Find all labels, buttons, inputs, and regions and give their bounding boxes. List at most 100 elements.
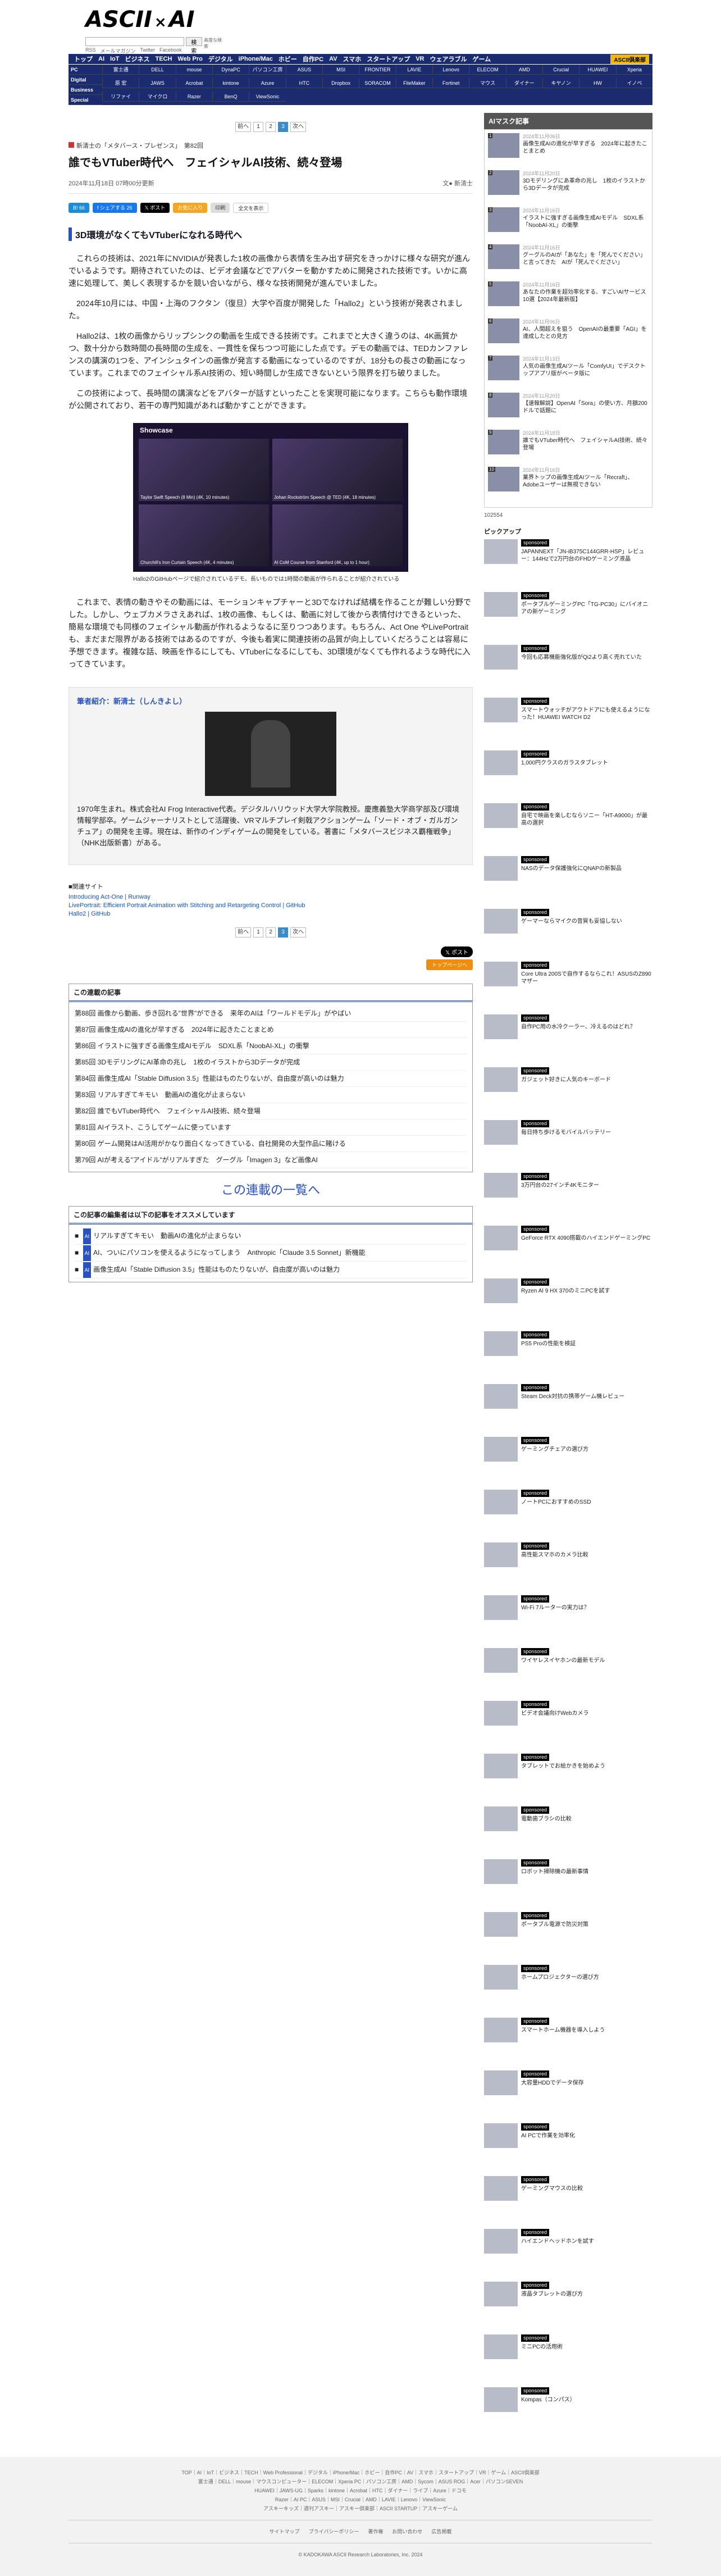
pager-prev[interactable]: 前へ [235, 927, 251, 937]
pager-page-1[interactable]: 1 [253, 927, 263, 937]
subnav-item[interactable]: DELL [139, 65, 176, 75]
sidebar-article[interactable]: 3 2024年11月16日 イラストに強すぎる画像生成AIモデル SDXL系「Noo… [488, 207, 649, 239]
footer-link[interactable]: 著作権 [368, 2529, 383, 2534]
pickup-item[interactable]: sponsored Ryzen AI 9 HX 370のミニPCを試す [484, 1278, 652, 1327]
series-article-link[interactable]: 第86回 イラストに強すぎる画像生成AIモデル SDXL系「NoobAI-XL」… [75, 1038, 467, 1054]
subnav-item[interactable]: LAVIE [395, 65, 432, 75]
x-post-button[interactable]: 𝕏 ポスト [140, 203, 170, 213]
pickup-item[interactable]: sponsored ポータブル電源で防災対策 [484, 1912, 652, 1960]
hatena-button[interactable]: B! 66 [69, 203, 90, 213]
subnav-item[interactable]: FileMaker [395, 78, 432, 88]
footer-nav-line[interactable]: Razer｜AI PC｜ASUS｜MSI｜Crucial｜AMD｜LAVIE｜L… [0, 2495, 721, 2504]
pickup-item[interactable]: sponsored 3万円台の27インチ4Kモニター [484, 1173, 652, 1221]
subnav-item[interactable]: Razer [175, 92, 212, 102]
pickup-item[interactable]: sponsored PS5 Proの性能を検証 [484, 1331, 652, 1380]
gnav-item[interactable]: IoT [108, 56, 122, 62]
pickup-item[interactable]: sponsored Kompas（コンパス） [484, 2387, 652, 2436]
gnav-item[interactable]: スタートアップ [364, 54, 412, 63]
pickup-item[interactable]: sponsored 毎日持ち歩けるモバイルバッテリー [484, 1120, 652, 1168]
sidebar-article[interactable]: 5 2024年11月16日 あなたの作業を超効率化する、すごいAIサービス10選【2… [488, 281, 649, 313]
subnav-item[interactable]: HTC [285, 78, 322, 88]
series-label[interactable]: 新清士の「メタバース・プレゼンス」 第82回 [69, 141, 473, 150]
pager-page-1[interactable]: 1 [253, 122, 263, 132]
sidebar-article[interactable]: 2 2024年11月20日 3Dモデリングにあ革命の兆し 1枚のイラストから3Dデー… [488, 170, 649, 202]
gnav-item[interactable]: トップ [72, 54, 95, 63]
hallo2-showcase-image[interactable]: Showcase Taylor Swift Speech (8 Min) (4K… [133, 423, 408, 572]
pickup-item[interactable]: sponsored ロボット掃除機の最新事情 [484, 1859, 652, 1908]
gnav-ascii-club[interactable]: ASCII倶楽部 [610, 54, 649, 64]
footer-link[interactable]: サイトマップ [270, 2529, 300, 2534]
subnav-item[interactable]: BenQ [212, 92, 249, 102]
pickup-item[interactable]: sponsored ポータブルゲーミングPC「TG-PC30」にバイオニアの新ゲー… [484, 592, 652, 640]
x-post-button[interactable]: 𝕏 ポスト [441, 946, 473, 957]
gnav-item[interactable]: デジタル [206, 54, 235, 63]
subnav-item[interactable]: Crucial [542, 65, 579, 75]
subnav-item[interactable]: ダイナー [505, 78, 542, 88]
subnav-item[interactable]: ASUS [285, 65, 322, 75]
fulltext-button[interactable]: 全文を表示 [233, 203, 269, 213]
recommend-link[interactable]: ■ AI リアルすぎてキモい 動画AIの進化が止まらない [75, 1228, 467, 1245]
subnav-item[interactable]: Acrobat [175, 78, 212, 88]
gnav-item[interactable]: 自作PC [300, 54, 326, 63]
pickup-item[interactable]: sponsored GeForce RTX 4090搭載のハイエンドゲーミングPC [484, 1226, 652, 1274]
subnav-item[interactable]: Azure [249, 78, 286, 88]
subnav-item[interactable]: kintone [212, 78, 249, 88]
twitter-link[interactable]: Twitter [140, 47, 156, 54]
subnav-item[interactable]: mouse [175, 65, 212, 75]
subnav-item[interactable]: Xperia [615, 65, 652, 75]
sidebar-article[interactable]: 8 2024年11月20日 【速報解説】OpenAI「Sora」の使い方、月額200… [488, 393, 649, 424]
pickup-item[interactable]: sponsored 電動歯ブラシの比較 [484, 1806, 652, 1855]
footer-link[interactable]: お問い合わせ [392, 2529, 422, 2534]
subnav-item[interactable]: マイクロ [139, 92, 176, 102]
pickup-item[interactable]: sponsored ノートPCにおすすめのSSD [484, 1490, 652, 1538]
gnav-item[interactable]: ビジネス [123, 54, 152, 63]
gnav-item[interactable]: TECH [153, 56, 175, 62]
pager-next[interactable]: 次へ [290, 927, 306, 937]
site-logo[interactable]: ASCII × AI [85, 7, 215, 36]
series-article-link[interactable]: 第84回 画像生成AI「Stable Diffusion 3.5」性能はものたり… [75, 1071, 467, 1087]
pickup-item[interactable]: sponsored ビデオ会議向けWebカメラ [484, 1701, 652, 1749]
series-article-link[interactable]: 第85回 3DモデリングにAI革命の兆し 1枚のイラストから3Dデータが完成 [75, 1054, 467, 1071]
subnav-item[interactable]: キヤノン [542, 78, 579, 88]
subnav-item[interactable]: SORACOM [359, 78, 396, 88]
pager-page-2[interactable]: 2 [266, 927, 276, 937]
pickup-item[interactable]: sponsored 液晶タブレットの選び方 [484, 2282, 652, 2330]
subnav-item[interactable]: Lenovo [432, 65, 469, 75]
subnav-item[interactable]: JAWS [139, 78, 176, 88]
footer-nav-line[interactable]: HUAWEI｜JAWS-UG｜Sparks｜kintone｜Acrobat｜HT… [0, 2486, 721, 2495]
pickup-item[interactable]: sponsored スマートホーム機器を導入しよう [484, 2018, 652, 2066]
series-article-link[interactable]: 第81回 AIイラスト、こうしてゲームに使っています [75, 1119, 467, 1136]
facebook-share-button[interactable]: f シェアする 26 [93, 203, 137, 213]
subnav-item[interactable]: 富士通 [102, 65, 139, 75]
search-button[interactable]: 検索 [185, 37, 203, 54]
top-page-button[interactable]: トップページへ [426, 959, 473, 970]
gnav-item[interactable]: ゲーム [470, 54, 493, 63]
subnav-item[interactable]: パソコン工房 [249, 65, 286, 75]
pickup-item[interactable]: sponsored ゲーマーならマイクの音質も妥協しない [484, 909, 652, 957]
pager-next[interactable]: 次へ [290, 122, 306, 132]
related-link[interactable]: Hallo2 | GitHub [69, 910, 473, 918]
subnav-item[interactable]: イノベ [615, 78, 652, 88]
print-button[interactable]: 印刷 [211, 203, 230, 213]
pickup-item[interactable]: sponsored ワイヤレスイヤホンの最新モデル [484, 1648, 652, 1696]
series-article-link[interactable]: 第88回 画像から動画、歩き回れる"世界"ができる 来年のAIは「ワールドモデル… [75, 1005, 467, 1022]
pickup-item[interactable]: sponsored 大容量HDDでデータ保存 [484, 2070, 652, 2119]
pager-prev[interactable]: 前へ [235, 122, 251, 132]
related-link[interactable]: Introducing Act-One | Runway [69, 893, 473, 902]
banner-image[interactable]: 102554 [484, 512, 652, 520]
gnav-item[interactable]: AV [327, 56, 339, 62]
pickup-item[interactable]: sponsored タブレットでお絵かきを始めよう [484, 1754, 652, 1802]
facebook-link[interactable]: Facebook [159, 47, 182, 54]
recommend-link[interactable]: ■ AI 画像生成AI「Stable Diffusion 3.5」性能はものたりな… [75, 1262, 467, 1278]
sidebar-article[interactable]: 1 2024年11月06日 画像生成AIの進化が早すぎる 2024年に起きたことまと… [488, 133, 649, 165]
series-article-link[interactable]: 第79回 AIが考える"アイドル"がリアルすぎた グーグル「Imagen 3」な… [75, 1152, 467, 1168]
gnav-item[interactable]: スマホ [341, 54, 364, 63]
sidebar-article[interactable]: 9 2024年11月18日 誰でもVTuber時代へ フェイシャルAI技術、続々登場 [488, 430, 649, 461]
pickup-item[interactable]: sponsored Wi-Fi 7ルーターの実力は？ [484, 1595, 652, 1644]
sidebar-article[interactable]: 7 2024年11月13日 人気の画像生成AIツール「ComfyUI」でデスクトップ… [488, 356, 649, 387]
pickup-item[interactable]: sponsored Steam Deck対抗の携帯ゲーム機レビュー [484, 1384, 652, 1432]
recommend-link[interactable]: ■ AI AI、ついにパソコンを使えるようになってしまう Anthropic「Cl… [75, 1245, 467, 1262]
series-article-link[interactable]: 第83回 リアルすぎてキモい 動画AIの進化が止まらない [75, 1087, 467, 1103]
pickup-item[interactable]: sponsored 今回も応募機能強化版がQi2より高く売れていた [484, 645, 652, 693]
gnav-item[interactable]: Web Pro [175, 56, 204, 62]
